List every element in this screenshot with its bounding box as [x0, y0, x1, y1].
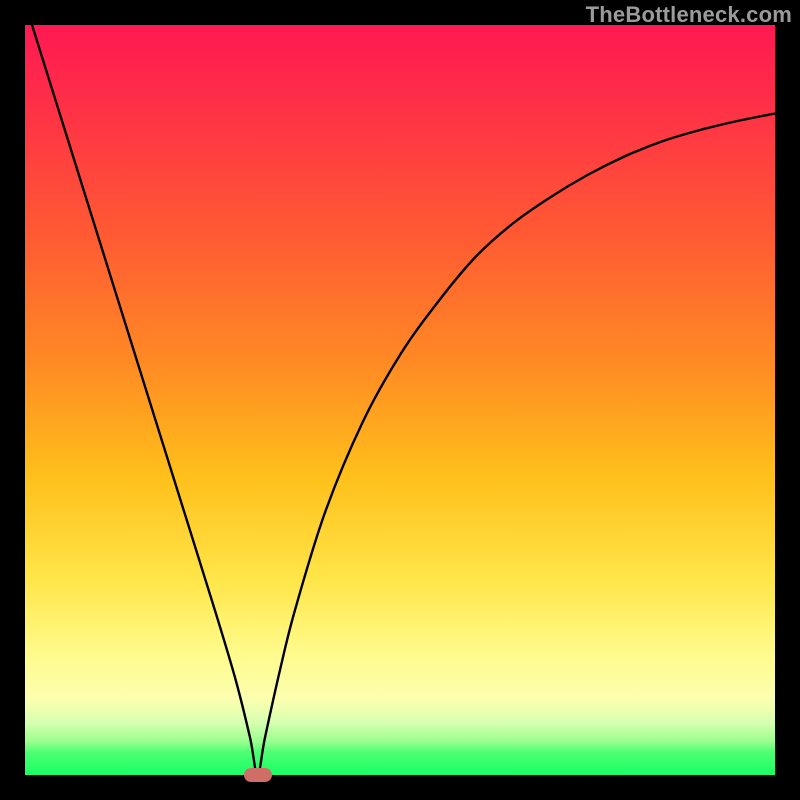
plot-area — [25, 25, 775, 775]
bottleneck-curve — [25, 3, 775, 776]
watermark-text: TheBottleneck.com — [586, 2, 792, 28]
curve-layer — [25, 25, 775, 775]
minimum-marker — [244, 768, 272, 782]
chart-stage: TheBottleneck.com — [0, 0, 800, 800]
